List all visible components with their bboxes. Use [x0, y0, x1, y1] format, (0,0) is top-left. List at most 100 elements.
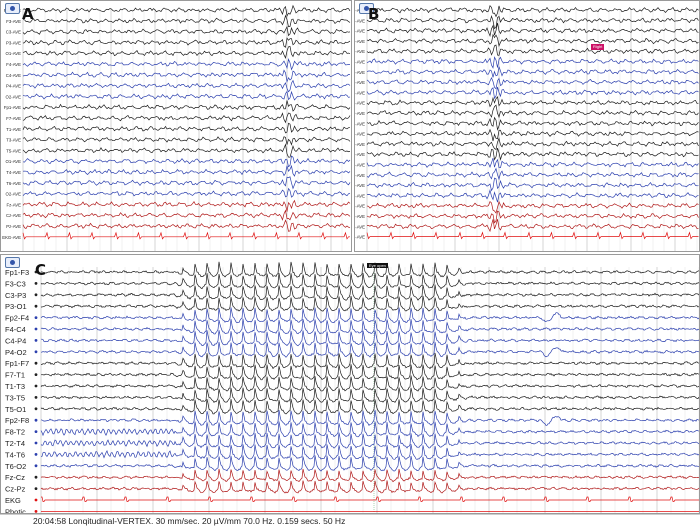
channel-label-t3-ave: T3-AVE [355, 132, 365, 137]
channel-label-t4-ave: T4-AVE [6, 170, 21, 175]
panel-c-label: C [35, 261, 47, 279]
channel-label-fp2-f4: Fp2-F4 [5, 314, 29, 323]
eeg-trace-cz-ave [366, 210, 699, 224]
channel-label-ekg: EKG [5, 496, 21, 505]
channel-dot [34, 282, 38, 285]
panel-a-label: A [22, 5, 34, 23]
channel-label-ekg-ave: EKG-AVE [355, 235, 365, 240]
channel-dot [34, 441, 38, 445]
eeg-trace-f4-ave [22, 58, 350, 71]
channel-label-p3-ave: P3-AVE [355, 39, 365, 44]
eeg-trace-o1-ave [366, 147, 699, 161]
channel-label-fp1-f3: Fp1-F3 [5, 268, 29, 277]
channel-label-f3-ave: F3-AVE [6, 19, 21, 24]
eeg-traces-panel-a: Fp1-AVE F3-AVE C3-AVE P3-AVE O1-AVE F4-AVE C4-… [2, 4, 351, 251]
eeg-trace-t3-ave [22, 136, 351, 146]
eeg-trace-fp1-ave [22, 4, 351, 18]
channel-label-fz-cz: Fz-Cz [5, 473, 25, 482]
event-marker-right[interactable]: Right [591, 44, 605, 50]
eeg-trace-ekg-ave [22, 231, 350, 240]
channel-label-fp2-f8: Fp2-F8 [5, 416, 29, 425]
channel-label-f8-t2: F8-T2 [5, 428, 25, 437]
channel-label-t3-t5: T3-T5 [5, 393, 25, 402]
eeg-trace-o2-ave [22, 187, 351, 198]
channel-label-o2-ave: O2-AVE [355, 90, 365, 95]
channel-label-f4-c4: F4-C4 [5, 325, 26, 334]
channel-dot [34, 384, 38, 388]
eeg-trace-o2-ave [22, 90, 351, 101]
eeg-trace-p4-ave [366, 77, 699, 90]
channel-label-t4-t6: T4-T6 [5, 450, 25, 459]
eeg-trace-c3-p3 [40, 284, 699, 301]
montage-settings-icon[interactable] [5, 3, 20, 14]
channel-dot [34, 498, 38, 502]
eeg-trace-ekg-ave [366, 231, 699, 240]
status-bar: 20:04:58 Lonqitudinal-VERTEX. 30 mm/sec.… [0, 514, 700, 527]
eeg-trace-t1-ave [366, 116, 699, 131]
channel-label-p3-ave: P3-AVE [6, 40, 21, 45]
eeg-trace-f7-ave [22, 112, 351, 124]
channel-dot [34, 475, 38, 479]
eeg-traces-panel-b: Fp1-AVE F3-AVE C3-AVE P3-AVE O1-AVE F4-AVE C4-… [355, 4, 699, 251]
channel-dot [34, 396, 38, 399]
channel-dot [34, 304, 38, 308]
channel-label-ekg-ave: EKG-AVE [2, 235, 21, 240]
eeg-trace-f4-ave [366, 56, 699, 69]
channel-label-p4-ave: P4-AVE [6, 84, 21, 89]
channel-label-f4-ave: F4-AVE [355, 60, 365, 65]
channel-label-t5-ave: T5-AVE [6, 148, 21, 153]
channel-label-t1-ave: T1-AVE [6, 127, 21, 132]
eeg-trace-t5-ave [366, 137, 699, 151]
channel-dot [34, 510, 38, 513]
channel-label-f3-c3: F3-C3 [5, 279, 26, 288]
channel-label-p3-o1: P3-O1 [5, 302, 27, 311]
channel-label-fp1-f7: Fp1-F7 [5, 359, 29, 368]
channel-label-o1-ave: O1-AVE [6, 159, 22, 164]
eeg-trace-pz-ave [366, 219, 699, 233]
channel-label-c4-p4: C4-P4 [5, 336, 26, 345]
eeg-trace-fp2-f8 [40, 409, 699, 427]
channel-dot [34, 350, 38, 354]
channel-label-t6-o2: T6-O2 [5, 462, 26, 471]
channel-label-pz-ave: Pz-AVE [6, 224, 21, 229]
channel-dot [34, 418, 38, 422]
channel-label-t3-ave: T3-AVE [6, 138, 21, 143]
channel-label-c3-ave: C3-AVE [355, 29, 365, 34]
channel-dot [34, 327, 38, 331]
channel-label-t6-ave: T6-AVE [6, 181, 21, 186]
eeg-trace-c3-ave [367, 22, 699, 37]
channel-label-o1-ave: O1-AVE [355, 49, 365, 54]
eeg-trace-t6-ave [366, 177, 699, 192]
eeg-trace-f3-ave [22, 14, 351, 28]
channel-label-c4-ave: C4-AVE [355, 70, 365, 75]
channel-label-fz-ave: Fz-AVE [355, 204, 365, 209]
channel-dot [34, 316, 38, 319]
montage-settings-icon[interactable] [5, 257, 20, 268]
event-marker-eye-open[interactable]: Eye open [367, 263, 388, 268]
eeg-trace-t3-ave [367, 128, 699, 142]
channel-dot [34, 464, 38, 468]
eeg-trace-t1-ave [22, 122, 350, 134]
channel-label-f3-ave: F3-AVE [355, 18, 365, 23]
channel-label-t4-ave: T4-AVE [355, 163, 365, 168]
eeg-trace-c4-ave [22, 69, 350, 84]
eeg-trace-o1-ave [366, 44, 699, 56]
eeg-trace-t6-ave [22, 176, 351, 190]
channel-label-t5-ave: T5-AVE [355, 142, 365, 147]
channel-label-f7-t1: F7-T1 [5, 371, 25, 380]
eeg-trace-p4-ave [22, 79, 351, 93]
channel-label-o2-ave: O2-AVE [6, 192, 22, 197]
eeg-trace-o1-ave [22, 45, 351, 59]
channel-dot [34, 487, 38, 490]
channel-label-t1-ave: T1-AVE [355, 121, 365, 126]
eeg-trace-c3-ave [22, 25, 351, 37]
eeg-trace-fz-ave [22, 199, 351, 212]
eeg-trace-pz-ave [22, 219, 351, 232]
channel-label-t1-t3: T1-T3 [5, 382, 25, 391]
channel-label-cz-pz: Cz-Pz [5, 485, 26, 494]
eeg-trace-fp1-ave [366, 95, 699, 108]
eeg-trace-p4-o2 [40, 341, 699, 358]
channel-dot [34, 293, 38, 297]
channel-label-t2-t4: T2-T4 [5, 439, 25, 448]
panel-a: Fp1-AVE F3-AVE C3-AVE P3-AVE O1-AVE F4-AVE C4-… [0, 0, 352, 252]
